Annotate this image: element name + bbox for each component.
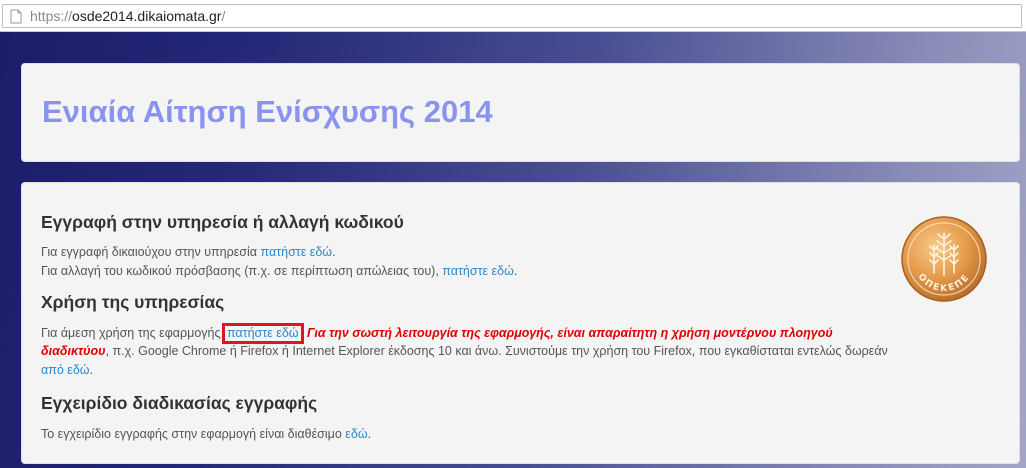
content-panel: Εγγραφή στην υπηρεσία ή αλλαγή κωδικού Γ… [21, 182, 1020, 464]
usage-line-2: διαδικτύου, π.χ. Google Chrome ή Firefox… [41, 342, 888, 361]
highlight-box: πατήστε εδώ [221, 323, 304, 344]
title-panel: Ενιαία Αίτηση Ενίσχυσης 2014 [21, 63, 1020, 162]
change-password-link[interactable]: πατήστε εδώ [442, 264, 514, 278]
usage-text-after: , π.χ. Google Chrome ή Firefox ή Interne… [105, 344, 888, 358]
usage-warning-2: διαδικτύου [41, 344, 106, 358]
browser-address-bar: https://osde2014.dikaiomata.gr/ [0, 0, 1026, 32]
usage-line-3: από εδώ. [41, 361, 93, 380]
usage-text-before: Για άμεση χρήση της εφαρμογής [41, 326, 224, 340]
url-host: osde2014.dikaiomata.gr [72, 8, 222, 24]
use-app-link[interactable]: πατήστε εδώ [227, 326, 299, 340]
register-link[interactable]: πατήστε εδώ [261, 245, 333, 259]
registration-line-2-text: Για αλλαγή του κωδικού πρόσβασης (π.χ. σ… [41, 264, 443, 278]
manual-end: . [367, 427, 372, 441]
manual-line: Το εγχειρίδιο εγγραφής στην εφαρμογή είν… [41, 425, 371, 444]
firefox-download-link[interactable]: από εδώ [41, 363, 90, 377]
opekepe-logo: ΟΠΕΚΕΠΕ [901, 216, 987, 302]
usage-heading: Χρήση της υπηρεσίας [41, 292, 225, 312]
registration-line-2: Για αλλαγή του κωδικού πρόσβασης (π.χ. σ… [41, 262, 517, 281]
page-title: Ενιαία Αίτηση Ενίσχυσης 2014 [42, 94, 493, 129]
url-path: / [221, 8, 226, 24]
registration-line-2-end: . [513, 264, 518, 278]
manual-heading: Εγχειρίδιο διαδικασίας εγγραφής [41, 393, 318, 413]
url-text: https://osde2014.dikaiomata.gr/ [30, 8, 225, 25]
manual-link[interactable]: εδώ [345, 427, 367, 441]
registration-line-1: Για εγγραφή δικαιούχου στην υπηρεσία πατ… [41, 243, 336, 262]
page-icon [10, 9, 22, 24]
usage-warning: Για την σωστή λειτουργία της εφαρμογής, … [303, 326, 833, 340]
url-field[interactable]: https://osde2014.dikaiomata.gr/ [2, 4, 1022, 28]
usage-line-3-end: . [89, 363, 94, 377]
usage-line-1: Για άμεση χρήση της εφαρμογής πατήστε εδ… [41, 323, 833, 344]
url-scheme: https:// [30, 8, 73, 24]
manual-text: Το εγχειρίδιο εγγραφής στην εφαρμογή είν… [41, 427, 346, 441]
registration-line-1-end: . [332, 245, 336, 259]
registration-line-1-text: Για εγγραφή δικαιούχου στην υπηρεσία [41, 245, 261, 259]
registration-heading: Εγγραφή στην υπηρεσία ή αλλαγή κωδικού [41, 212, 404, 232]
